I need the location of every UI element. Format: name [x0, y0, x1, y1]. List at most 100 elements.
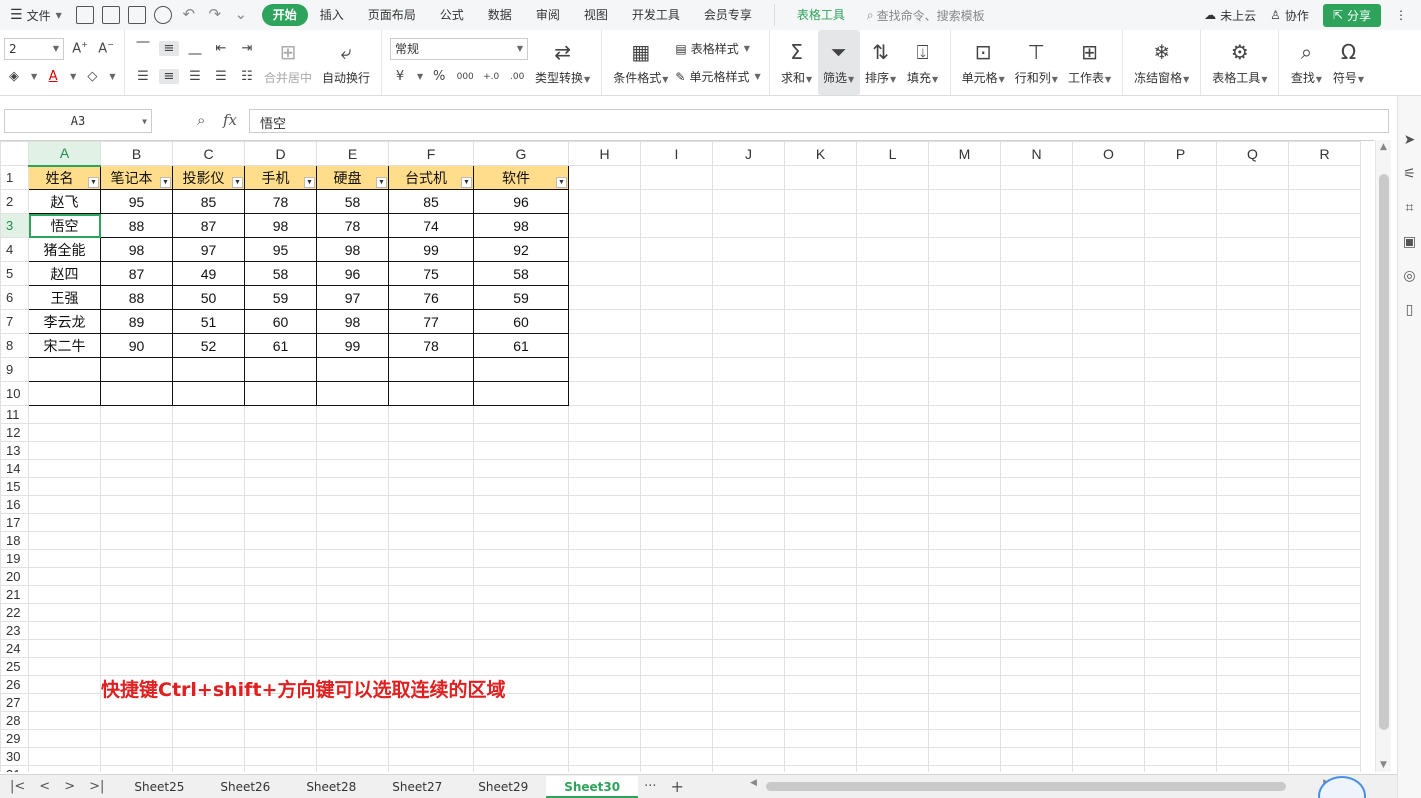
cell[interactable] — [1000, 657, 1073, 676]
cell[interactable] — [928, 657, 1001, 676]
cell[interactable] — [928, 729, 1001, 748]
cell[interactable] — [473, 603, 569, 622]
row-header[interactable]: 5 — [0, 261, 29, 286]
cell[interactable]: 98 — [473, 213, 569, 238]
cell[interactable] — [640, 693, 713, 712]
cell[interactable] — [1216, 603, 1289, 622]
cell[interactable] — [640, 261, 713, 286]
cell[interactable] — [784, 603, 857, 622]
cell[interactable] — [1144, 531, 1217, 550]
cell[interactable] — [856, 657, 929, 676]
tab-0[interactable]: 开始 — [261, 4, 308, 26]
percent-icon[interactable]: % — [429, 69, 449, 84]
row-header[interactable]: 31 — [0, 765, 29, 772]
freeze-panes-button[interactable]: ❄ 冻结窗格▼ — [1129, 30, 1194, 95]
cell[interactable] — [1000, 357, 1073, 382]
tab-5[interactable]: 审阅 — [524, 4, 572, 26]
cell[interactable] — [1144, 729, 1217, 748]
merge-center-button[interactable]: ⊞ 合并居中 — [259, 30, 317, 95]
cell[interactable] — [473, 657, 569, 676]
cell[interactable] — [568, 165, 641, 190]
cell[interactable] — [1000, 213, 1073, 238]
cell[interactable] — [640, 309, 713, 334]
cell[interactable] — [856, 639, 929, 658]
select-all-corner[interactable] — [0, 141, 29, 166]
cell[interactable] — [316, 747, 389, 766]
cell[interactable]: 98 — [316, 309, 389, 334]
fill-color-icon[interactable]: ◈ — [4, 69, 24, 84]
rows-columns-button[interactable]: ⊤ 行和列▼ — [1010, 30, 1063, 95]
cell[interactable] — [928, 459, 1001, 478]
number-format-select[interactable]: 常规 ▼ — [390, 37, 529, 60]
scroll-down-icon[interactable]: ▼ — [1380, 760, 1387, 770]
cell[interactable] — [1000, 567, 1073, 586]
row-header[interactable]: 2 — [0, 189, 29, 214]
cell[interactable] — [1216, 729, 1289, 748]
cell[interactable] — [473, 405, 569, 424]
cell[interactable] — [316, 585, 389, 604]
add-sheet-button[interactable]: + — [663, 777, 692, 796]
cell[interactable] — [388, 495, 474, 514]
cell[interactable] — [568, 693, 641, 712]
cell[interactable] — [1144, 423, 1217, 442]
cell[interactable] — [784, 549, 857, 568]
cell[interactable] — [1072, 285, 1145, 310]
cell[interactable] — [1216, 357, 1289, 382]
row-header[interactable]: 6 — [0, 285, 29, 310]
cell[interactable] — [784, 477, 857, 496]
cell[interactable] — [388, 711, 474, 730]
cell[interactable] — [1288, 261, 1361, 286]
cell[interactable] — [1072, 711, 1145, 730]
filter-dropdown-icon[interactable]: ▼ — [556, 177, 567, 188]
column-header[interactable]: E — [316, 141, 389, 166]
distributed-icon[interactable]: ☷ — [237, 69, 257, 84]
cell[interactable] — [1072, 513, 1145, 532]
column-header[interactable]: A — [28, 141, 101, 167]
cell[interactable] — [28, 459, 101, 478]
cell[interactable] — [1288, 285, 1361, 310]
cell[interactable] — [1000, 585, 1073, 604]
cell[interactable] — [388, 603, 474, 622]
row-header[interactable]: 19 — [0, 549, 29, 568]
row-header[interactable]: 28 — [0, 711, 29, 730]
cell[interactable] — [856, 381, 929, 406]
cell[interactable] — [784, 657, 857, 676]
cell[interactable] — [172, 441, 245, 460]
cell[interactable] — [28, 585, 101, 604]
cell[interactable] — [712, 441, 785, 460]
cell[interactable] — [100, 585, 173, 604]
pointer-icon[interactable]: ➤ — [1404, 132, 1416, 148]
next-sheet-icon[interactable]: > — [64, 779, 75, 794]
cell[interactable] — [640, 477, 713, 496]
cell[interactable] — [1216, 495, 1289, 514]
cell[interactable] — [640, 513, 713, 532]
cell[interactable] — [928, 567, 1001, 586]
clear-dropdown[interactable]: ▼ — [109, 72, 115, 81]
cell[interactable] — [640, 549, 713, 568]
table-style-button[interactable]: ▤ 表格样式 ▼ — [675, 38, 760, 60]
row-header[interactable]: 26 — [0, 675, 29, 694]
cell[interactable] — [928, 603, 1001, 622]
cell[interactable] — [1288, 405, 1361, 424]
cell[interactable] — [856, 729, 929, 748]
file-menu[interactable]: ☰ 文件 ▼ — [0, 7, 70, 24]
row-header[interactable]: 24 — [0, 639, 29, 658]
cell[interactable]: 52 — [172, 333, 245, 358]
table-header-cell[interactable]: 姓名 ▼ — [28, 165, 101, 190]
column-header[interactable]: B — [100, 141, 173, 166]
cell[interactable] — [1144, 549, 1217, 568]
cell[interactable] — [1288, 657, 1361, 676]
cell[interactable] — [244, 381, 317, 406]
cell[interactable] — [1144, 333, 1217, 358]
cell[interactable] — [1000, 333, 1073, 358]
cell[interactable] — [244, 711, 317, 730]
cell[interactable] — [1144, 495, 1217, 514]
more-chevron-icon[interactable]: ⌄ — [232, 6, 250, 24]
cell[interactable] — [1288, 513, 1361, 532]
cell-style-button[interactable]: ✎ 单元格样式 ▼ — [675, 66, 760, 88]
cell[interactable] — [712, 477, 785, 496]
cell[interactable]: 78 — [388, 333, 474, 358]
column-header[interactable]: L — [856, 141, 929, 166]
cell[interactable] — [1072, 765, 1145, 772]
cell[interactable] — [928, 549, 1001, 568]
